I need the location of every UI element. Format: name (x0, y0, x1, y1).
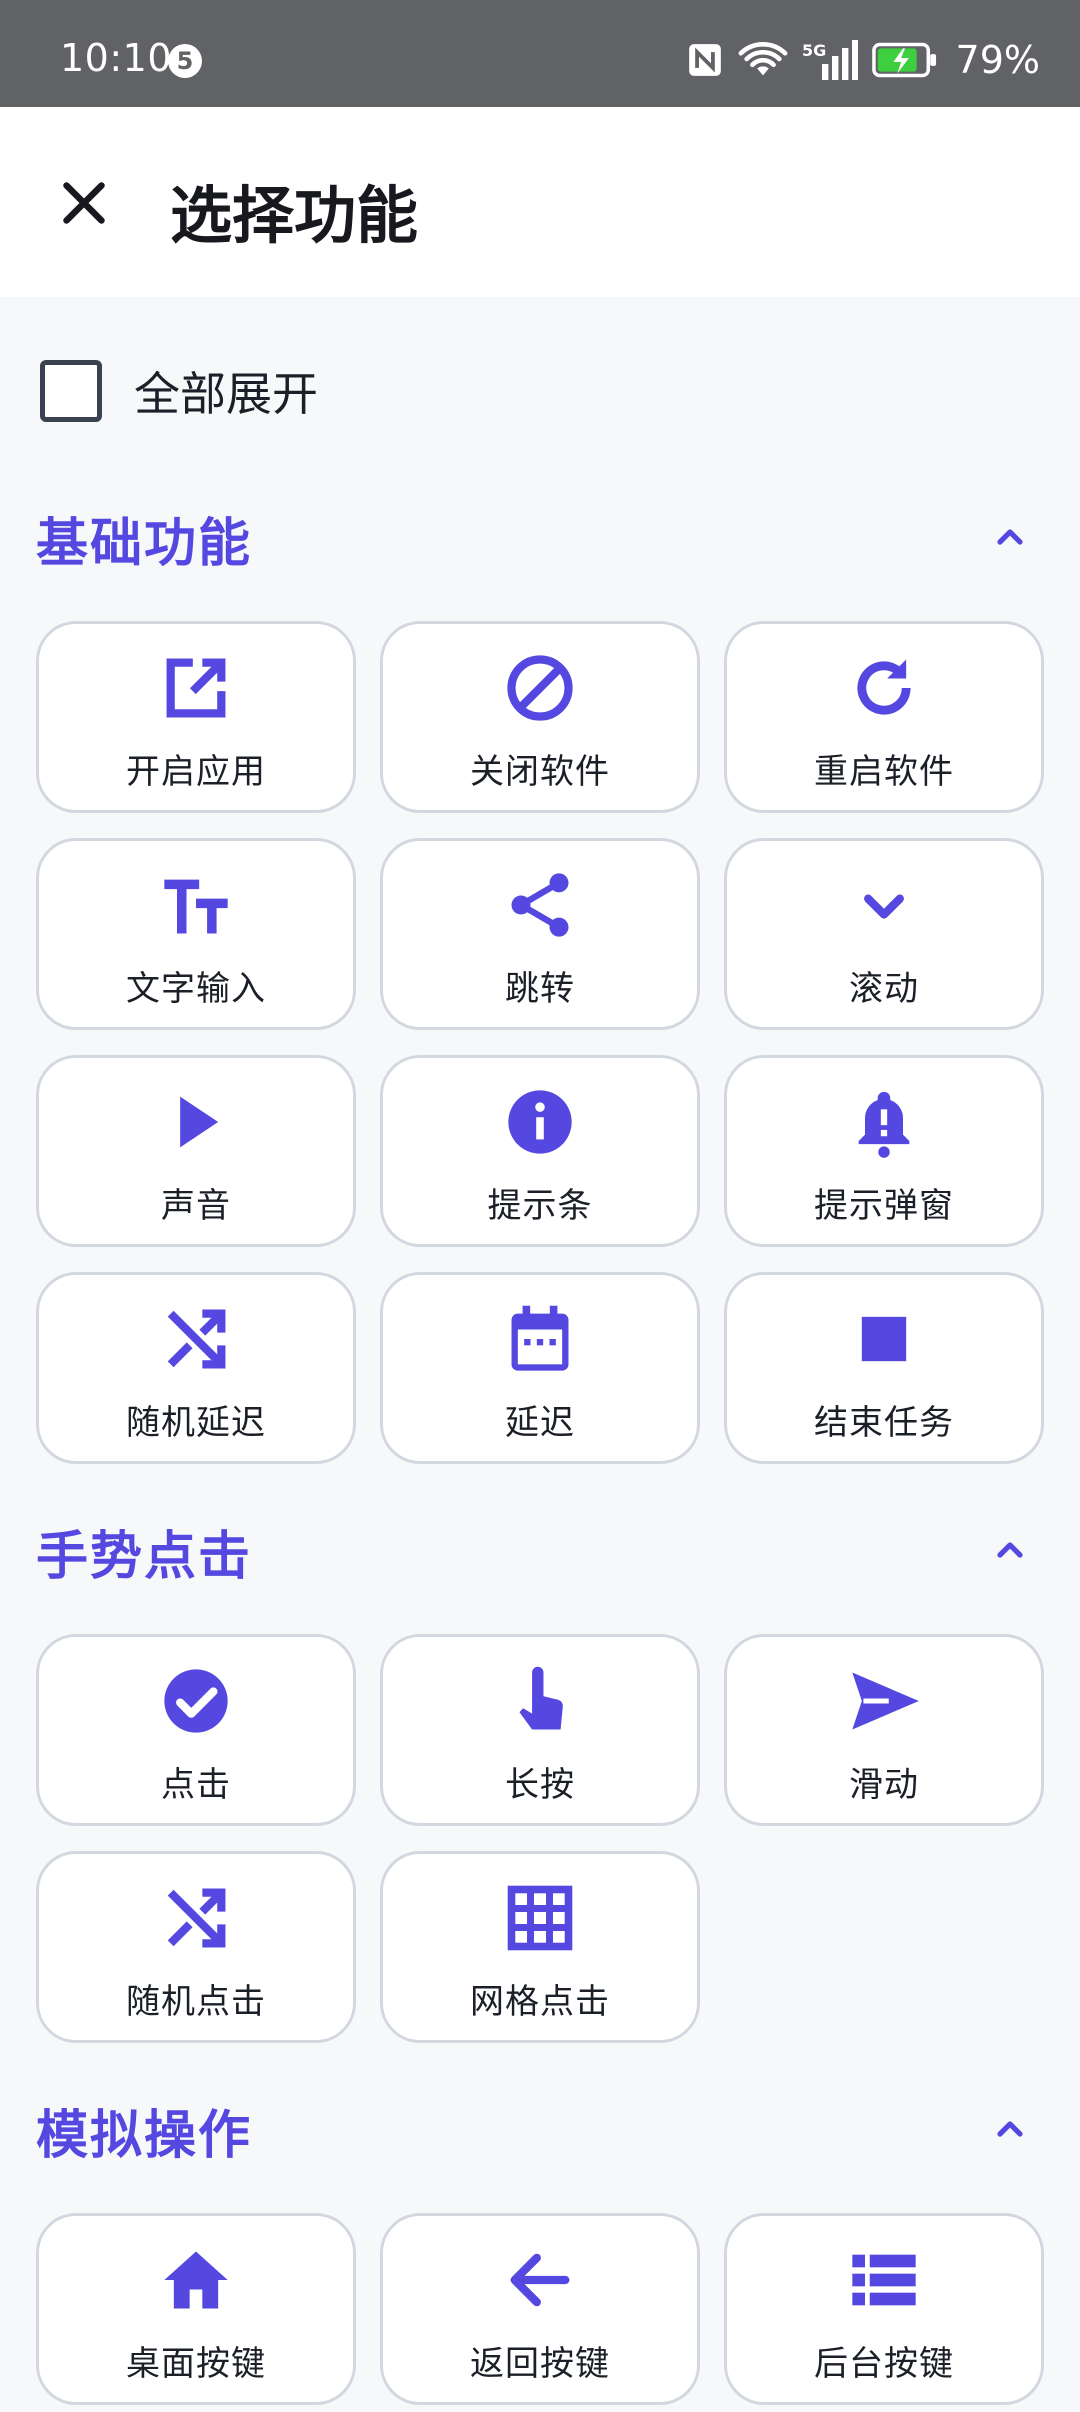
tile-label: 开启应用 (126, 752, 266, 792)
shuffle-icon (167, 1309, 226, 1369)
tile-random-delay[interactable]: 随机延迟 (36, 1272, 356, 1464)
tile-end-task[interactable]: 结束任务 (724, 1272, 1044, 1464)
tile-label: 结束任务 (814, 1403, 954, 1443)
play-icon (180, 1096, 219, 1148)
wifi-icon (738, 42, 787, 76)
section-grid-gesture: 点击 长按 滑动 随机点击 网格点击 (36, 1634, 1044, 2043)
share-icon (511, 873, 569, 937)
tile-label: 桌面按键 (126, 2344, 266, 2384)
calendar-icon (511, 1305, 569, 1371)
battery-percentage: 79% (955, 38, 1040, 82)
tile-label: 滚动 (849, 969, 919, 1009)
section-grid-basic: 开启应用 关闭软件 重启软件 文字输入 跳转 滚动 声音 提示条 提示弹窗 随机… (36, 621, 1044, 1464)
page-title: 选择功能 (170, 179, 419, 252)
tile-toast[interactable]: 提示条 (380, 1055, 700, 1247)
tile-delay[interactable]: 延迟 (380, 1272, 700, 1464)
tile-grid-tap[interactable]: 网格点击 (380, 1851, 700, 2043)
tile-label: 返回按键 (470, 2344, 610, 2384)
tile-label: 跳转 (505, 969, 575, 1009)
section-title: 手势点击 (36, 1526, 253, 1587)
tile-swipe[interactable]: 滑动 (724, 1634, 1044, 1826)
status-time: 10:10 (60, 36, 173, 80)
status-bar: 10:10 5 5G 79% (0, 0, 1080, 107)
tile-label: 声音 (161, 1186, 231, 1226)
section-title: 模拟操作 (36, 2105, 253, 2166)
tile-label: 提示条 (487, 1186, 593, 1226)
nfc-icon (688, 44, 721, 76)
battery-charging-icon (871, 42, 936, 78)
tile-label: 提示弹窗 (814, 1186, 954, 1226)
expand-all-checkbox[interactable] (40, 360, 102, 422)
chevron-up-icon[interactable] (986, 2106, 1034, 2154)
section-title: 基础功能 (36, 513, 253, 574)
tile-random-tap[interactable]: 随机点击 (36, 1851, 356, 2043)
open-external-icon (166, 658, 226, 718)
stop-icon (861, 1316, 907, 1362)
tile-sound[interactable]: 声音 (36, 1055, 356, 1247)
tile-scroll[interactable]: 滚动 (724, 838, 1044, 1030)
section-header-gesture[interactable]: 手势点击 (36, 1511, 1046, 1591)
check-circle-icon (164, 1669, 228, 1733)
block-icon (507, 655, 573, 721)
cellular-5g-icon: 5G (802, 40, 858, 80)
tile-dialog[interactable]: 提示弹窗 (724, 1055, 1044, 1247)
list-view-icon (852, 2254, 916, 2306)
tile-label: 滑动 (849, 1765, 919, 1805)
tile-restart-app[interactable]: 重启软件 (724, 621, 1044, 813)
send-icon (852, 1672, 919, 1730)
tile-label: 重启软件 (814, 752, 954, 792)
tile-label: 长按 (505, 1765, 575, 1805)
tile-label: 随机延迟 (126, 1403, 266, 1443)
tile-label: 文字输入 (126, 969, 266, 1009)
tile-label: 延迟 (505, 1403, 575, 1443)
app-header: 选择功能 (0, 107, 1080, 297)
chevron-up-icon[interactable] (986, 514, 1034, 562)
system-icons: 5G 79% (686, 38, 1040, 82)
tile-tap[interactable]: 点击 (36, 1634, 356, 1826)
tile-label: 网格点击 (470, 1982, 610, 2022)
tile-close-app[interactable]: 关闭软件 (380, 621, 700, 813)
tile-open-app[interactable]: 开启应用 (36, 621, 356, 813)
tile-label: 关闭软件 (470, 752, 610, 792)
text-size-icon (164, 879, 228, 934)
tile-back-key[interactable]: 返回按键 (380, 2213, 700, 2405)
arrow-left-icon (510, 2253, 570, 2307)
shuffle-icon (167, 1888, 226, 1948)
tile-label: 后台按键 (814, 2344, 954, 2384)
chevron-up-icon[interactable] (986, 1527, 1034, 1575)
notification-count-badge: 5 (168, 44, 202, 78)
chevron-down-icon (864, 894, 904, 919)
refresh-icon (857, 659, 911, 715)
info-icon (508, 1090, 572, 1154)
home-icon (164, 2251, 228, 2309)
tile-text-input[interactable]: 文字输入 (36, 838, 356, 1030)
tile-label: 点击 (161, 1765, 231, 1805)
section-header-basic[interactable]: 基础功能 (36, 498, 1046, 578)
close-icon[interactable] (54, 173, 114, 233)
expand-all-toggle[interactable]: 全部展开 (40, 358, 318, 424)
touch-hand-icon (519, 1666, 563, 1730)
section-grid-simulate: 桌面按键 返回按键 后台按键 (36, 2213, 1044, 2405)
tile-label: 随机点击 (126, 1982, 266, 2022)
tile-home-key[interactable]: 桌面按键 (36, 2213, 356, 2405)
tile-long-press[interactable]: 长按 (380, 1634, 700, 1826)
tile-jump[interactable]: 跳转 (380, 838, 700, 1030)
bell-alert-icon (858, 1091, 910, 1158)
svg-text:5G: 5G (802, 41, 826, 60)
section-header-simulate[interactable]: 模拟操作 (36, 2090, 1046, 2170)
tile-recents-key[interactable]: 后台按键 (724, 2213, 1044, 2405)
grid-icon (507, 1885, 573, 1951)
expand-all-label: 全部展开 (134, 367, 318, 421)
